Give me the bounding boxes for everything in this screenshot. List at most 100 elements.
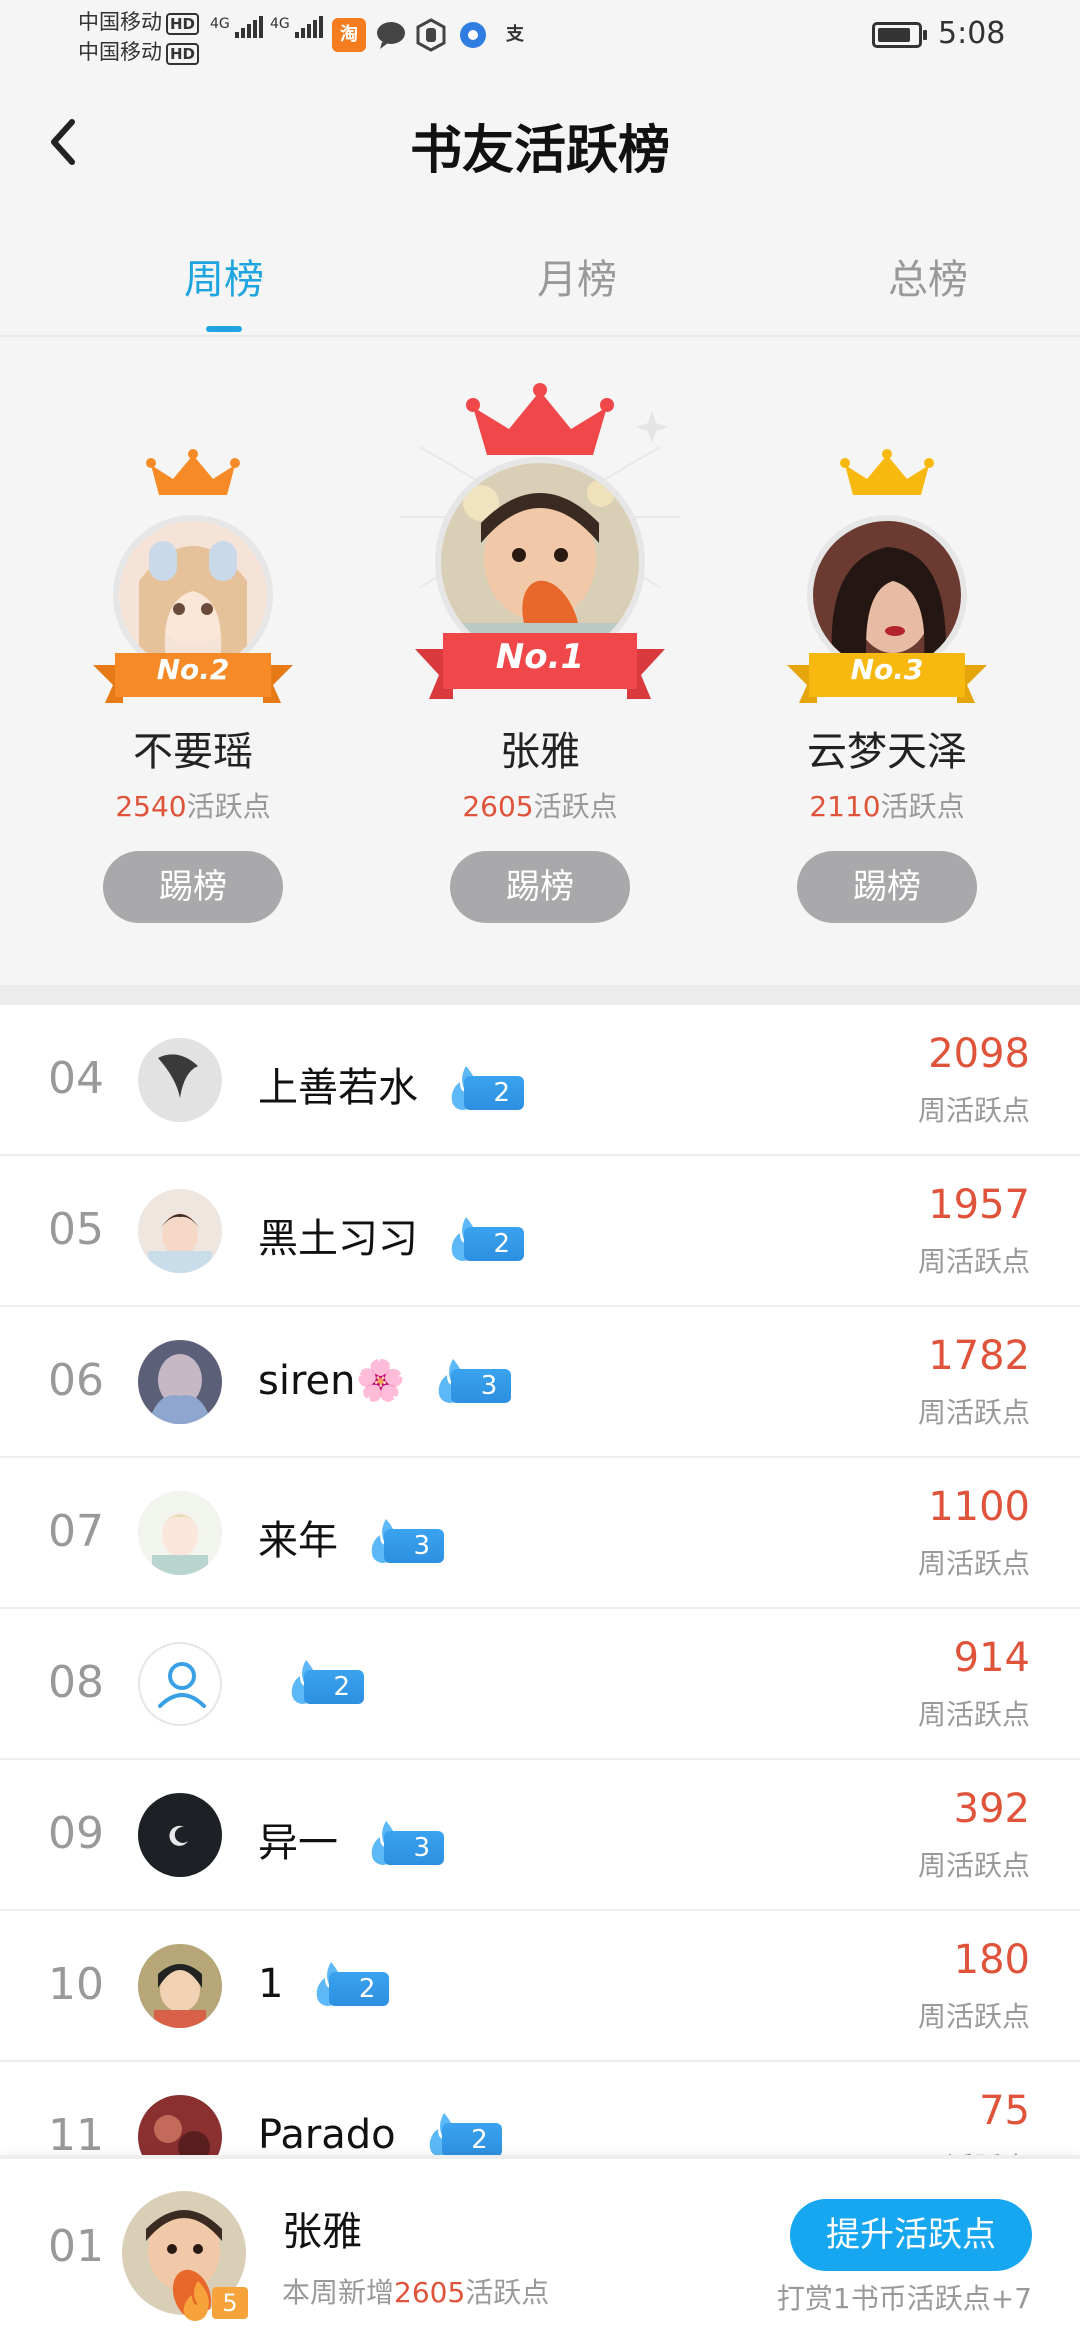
rank-number: 06 [48,1355,104,1406]
battery-icon [872,22,927,48]
score-unit: 周活跃点 [917,1094,1030,1127]
podium-second: No.2 不要瑶 2540活跃点 踢榜 [63,337,323,985]
user-name: 上善若水 2 [258,1055,524,1113]
score-unit: 周活跃点 [917,1245,1030,1278]
list-item[interactable]: 09 异一 3 392 周活跃点 [0,1760,1080,1911]
avatar[interactable] [138,1340,222,1424]
status-bar: 中国移动 HD 中国移动 HD 4G 4G 淘 支 5:08 [0,0,1080,72]
rank-number: 11 [48,2110,104,2155]
tab-bar: 周榜 月榜 总榜 [0,212,1080,337]
level-badge: 3 [366,1519,444,1563]
score-value: 1100 [928,1484,1030,1530]
my-rank-number: 01 [48,2221,104,2272]
kick-button[interactable]: 踢榜 [450,851,630,923]
rank-number: 10 [48,1959,104,2010]
rank-list[interactable]: 04 上善若水 2 2098 周活跃点 05 黑土习习 2 1957 周活跃点 06… [0,1005,1080,2155]
crown-icon [840,449,934,495]
rank-number: 09 [48,1808,104,1859]
podium-name: 不要瑶 [133,729,253,775]
podium: No.2 不要瑶 2540活跃点 踢榜 No.1 张雅 2605活跃点 踢榜 N… [0,337,1080,985]
score-value: 1782 [928,1333,1030,1379]
level-badge: 2 [286,1660,364,1704]
score-unit: 周活跃点 [917,1849,1030,1882]
rank-ribbon-2: No.2 [93,647,293,711]
list-item[interactable]: 05 黑土习习 2 1957 周活跃点 [0,1156,1080,1307]
my-level-badge: 5 [178,2281,248,2321]
boost-activity-button[interactable]: 提升活跃点 [790,2199,1032,2271]
avatar[interactable] [138,1491,222,1575]
user-name: 2 [258,1659,364,1705]
level-badge: 3 [366,1821,444,1865]
reward-tip: 打赏1书币活跃点+7 [776,2282,1032,2315]
avatar[interactable] [138,2095,222,2155]
kick-button[interactable]: 踢榜 [103,851,283,923]
page-title: 书友活跃榜 [409,121,670,181]
list-item[interactable]: 07 来年 3 1100 周活跃点 [0,1458,1080,1609]
podium-name: 张雅 [500,729,580,775]
crown-icon [146,449,240,495]
podium-score: 2540活跃点 [115,790,271,823]
avatar[interactable] [138,1944,222,2028]
section-divider [0,985,1080,1005]
taobao-icon: 淘 [332,18,366,52]
my-name: 张雅 [282,2209,362,2255]
score-value: 75 [979,2088,1030,2134]
my-rank-bar: 01 5 张雅 本周新增2605活跃点 提升活跃点 打赏1书币活跃点+7 [0,2155,1080,2340]
user-name: Parado 2 [258,2112,502,2155]
signal-1-icon: 4G [210,16,265,38]
alipay-icon: 支 [506,24,524,45]
rank-ribbon-1: No.1 [415,627,665,707]
crown-icon [466,383,614,455]
carrier-1: 中国移动 HD [78,9,200,35]
status-time: 5:08 [938,16,1006,51]
podium-name: 云梦天泽 [807,729,967,775]
user-name: siren🌸 3 [258,1357,512,1404]
user-name: 12 [258,1961,390,2007]
level-badge: 2 [446,1066,524,1110]
rank-number: 08 [48,1657,104,1708]
hand-icon [414,18,448,52]
list-item[interactable]: 08 2 914 周活跃点 [0,1609,1080,1760]
rank-number: 07 [48,1506,104,1557]
carrier-2: 中国移动 HD [78,39,200,65]
level-badge: 2 [424,2113,502,2155]
rank-number: 04 [48,1053,104,1104]
rank-ribbon-3: No.3 [787,647,987,711]
podium-third: No.3 云梦天泽 2110活跃点 踢榜 [757,337,1017,985]
podium-first: No.1 张雅 2605活跃点 踢榜 [400,337,680,985]
tab-indicator [206,326,242,332]
score-value: 392 [953,1786,1030,1832]
kick-button[interactable]: 踢榜 [797,851,977,923]
tab-weekly[interactable]: 周榜 [124,247,324,305]
level-badge: 2 [311,1962,390,2006]
user-name: 来年 3 [258,1508,444,1566]
podium-score: 2605活跃点 [462,790,618,823]
level-badge: 2 [446,1217,524,1261]
list-item[interactable]: 11 Parado2 75 周活跃点 [0,2062,1080,2155]
avatar[interactable] [138,1189,222,1273]
score-unit: 周活跃点 [917,2000,1030,2033]
default-user-icon[interactable] [138,1642,222,1726]
list-item[interactable]: 04 上善若水 2 2098 周活跃点 [0,1005,1080,1156]
tab-monthly[interactable]: 月榜 [477,247,677,305]
avatar[interactable] [138,1038,222,1122]
score-unit: 周活跃点 [917,1547,1030,1580]
list-item[interactable]: 06 siren🌸 3 1782 周活跃点 [0,1307,1080,1458]
rank-number: 05 [48,1204,104,1255]
list-item[interactable]: 10 12 180 周活跃点 [0,1911,1080,2062]
score-unit: 周活跃点 [917,1396,1030,1429]
level-badge: 3 [433,1359,512,1403]
avatar[interactable] [138,1793,222,1877]
my-weekly-increase: 本周新增2605活跃点 [282,2276,550,2309]
score-value: 1957 [928,1182,1030,1228]
podium-score: 2110活跃点 [809,790,965,823]
score-value: 914 [953,1635,1030,1681]
score-unit: 周活跃点 [917,1698,1030,1731]
signal-2-icon: 4G [270,16,325,38]
user-name: 异一 3 [258,1810,444,1868]
score-value: 180 [953,1937,1030,1983]
tab-total[interactable]: 总榜 [828,247,1028,305]
message-icon [374,18,408,52]
header: 书友活跃榜 [0,72,1080,212]
browser-icon [456,18,490,52]
